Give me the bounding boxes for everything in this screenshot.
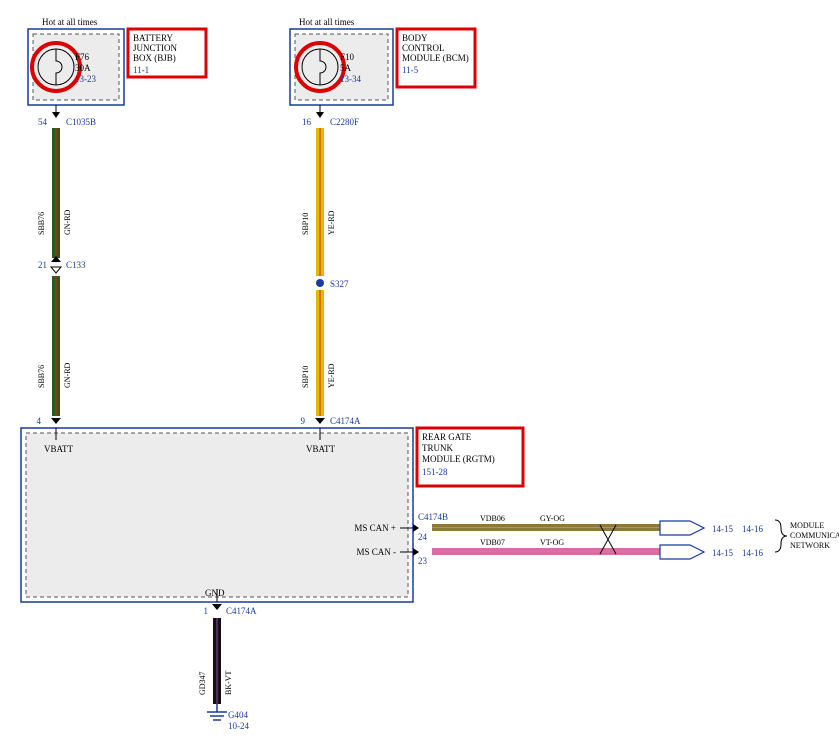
gnd: GND [205,588,225,598]
bjb-title2: JUNCTION [133,43,177,53]
c1035b-pin: 54 [38,117,48,127]
wire-yerd-lbl-2: YE-RD [327,363,336,388]
offpage-bot [660,545,704,559]
c4174a-top: C4174A [330,416,361,426]
arrow-c4174a-right [315,418,325,424]
arrow-c133-out [51,267,61,273]
bcm-ref: 11-5 [402,65,419,75]
rgtm-title1: REAR GATE [422,432,472,442]
vbatt-right: VBATT [306,444,336,454]
vdb06: VDB06 [480,514,505,523]
net-ref2a: 14-16 [742,524,763,534]
arrow-c4174a-left [51,418,61,424]
bjb-fuse-id: F76 [75,52,90,62]
bjb-title3: BOX (BJB) [133,53,176,63]
bcm-dtc: 13-34 [340,74,361,84]
arrow-c1035b [52,112,60,118]
mscanm: MS CAN - [356,547,396,557]
wiring-diagram: Hot at all times F76 30A 13-23 BATTERY J… [0,0,839,750]
c4174b: C4174B [418,512,448,522]
c1035b: C1035B [66,117,96,127]
rgtm-title3: MODULE (RGTM) [422,454,495,464]
c133-pin: 21 [38,260,47,270]
wire-yerd-lbl-1: YE-RD [327,210,336,235]
c2280f-pin: 16 [302,117,312,127]
s327: S327 [330,279,349,289]
wire-gnrd-lbl-1: GN-RD [63,209,72,235]
vbatt-left: VBATT [44,444,74,454]
net-t2: COMMUNICATIONS [790,531,839,540]
c4174a-left-pin: 4 [37,416,42,426]
arrow-mscanp [413,524,419,532]
c4174a-top-pin: 9 [301,416,306,426]
bcm-fuse-id: F10 [340,52,355,62]
wire-sbp10-2: SBP10 [301,366,310,388]
gd347: GD347 [198,671,207,695]
g404-ref: 10-24 [228,721,249,731]
c133: C133 [66,260,86,270]
c4174b-p2: 23 [418,556,428,566]
rgtm-ref: 151-28 [422,467,448,477]
wire-sbb76-2: SBB76 [37,365,46,388]
net-t3: NETWORK [790,541,830,550]
bjb-fuse-rate: 30A [75,63,91,73]
bcm-title1: BODY [402,33,428,43]
rgtm-box-inner [26,433,408,597]
bcm-title3: MODULE (BCM) [402,53,469,63]
net-ref1a: 14-15 [712,524,733,534]
wire-sbb76-1: SBB76 [37,212,46,235]
bkvt: BK-VT [224,670,233,695]
bjb-title1: BATTERY [133,33,174,43]
wire-sbp10-1: SBP10 [301,213,310,235]
bcm-title2: CONTROL [402,43,445,53]
hot-label-right: Hot at all times [299,17,355,27]
c4174b-p1: 24 [418,532,428,542]
vtog: VT-OG [540,538,564,547]
vdb07: VDB07 [480,538,505,547]
c4174a-gnd-pin: 1 [204,606,209,616]
bjb-dtc: 13-23 [75,74,96,84]
c2280f: C2280F [330,117,359,127]
net-t1: MODULE [790,521,824,530]
g404: G404 [228,710,248,720]
bcm-fuse-rate: 5A [340,63,352,73]
net-ref1b: 14-15 [712,548,733,558]
mscanp: MS CAN + [354,523,396,533]
arrow-gnd [212,604,222,610]
wire-gnrd-lbl-2: GN-RD [63,362,72,388]
gyog: GY-OG [540,514,565,523]
bjb-ref: 11-1 [133,65,149,75]
arrow-mscanm [413,548,419,556]
arrow-c2280f [316,112,324,118]
rgtm-title2: TRUNK [422,443,453,453]
splice-s327 [316,279,324,287]
brace-icon [775,520,787,552]
hot-label-left: Hot at all times [42,17,98,27]
net-ref2b: 14-16 [742,548,763,558]
offpage-top [660,521,704,535]
c4174a-gnd: C4174A [226,606,257,616]
